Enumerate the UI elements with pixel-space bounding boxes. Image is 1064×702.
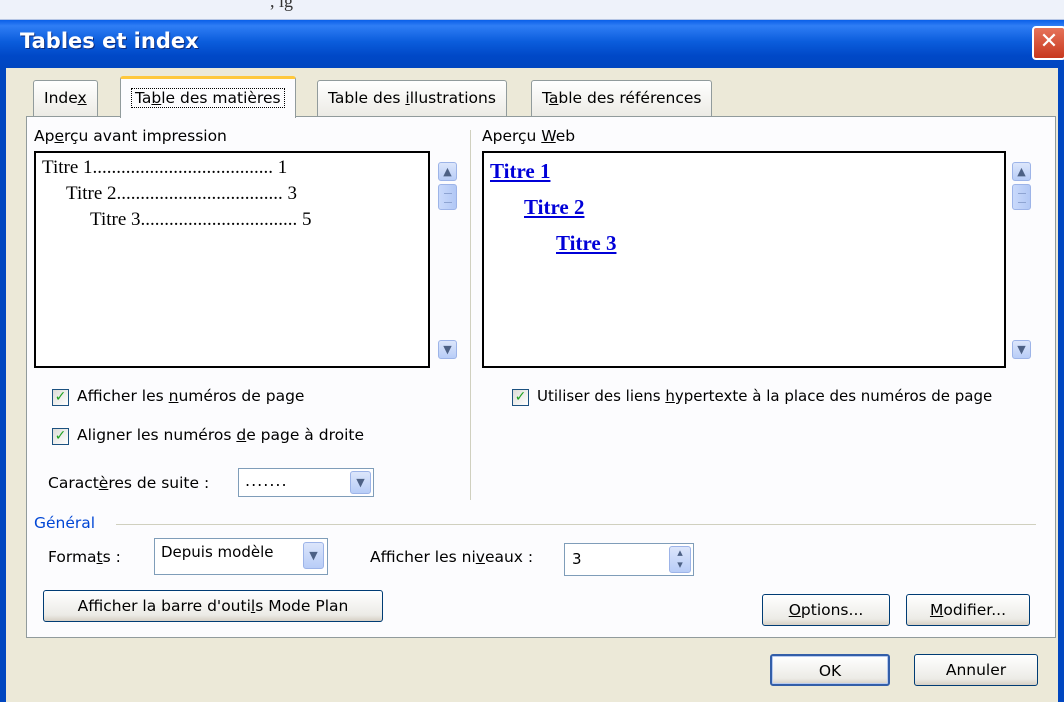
label-text: uméros de page [178,387,305,405]
print-preview-label: Aperçu avant impression [34,127,227,145]
label-accelerator: è [98,474,109,492]
label-accelerator: d [236,426,247,444]
web-preview-scroll-up-button[interactable]: ▲ [1012,162,1031,181]
general-group-line [116,524,1036,525]
check-icon: ✓ [54,428,67,444]
entry-page-number: 1 [277,157,288,178]
label-text: Aperçu [482,127,542,145]
formats-label: Formats : [48,548,121,566]
entry-title: Titre 1 [42,157,93,178]
chevron-down-icon: ▼ [1017,343,1026,356]
print-preview-box: Titre 1.................................… [34,151,430,368]
label-text: e page à droite [246,426,365,444]
label-accelerator: e [54,127,64,145]
chevron-down-icon: ▼ [443,343,452,356]
tab-leader-value: ....... [245,471,288,490]
column-divider [470,130,471,500]
show-page-numbers-checkbox[interactable]: ✓ [52,389,69,406]
entry-page-number: 5 [302,209,312,230]
chevron-up-icon: ▲ [443,165,452,178]
entry-page-number: 3 [287,183,298,204]
web-preview-box: Titre 1 Titre 2 Titre 3 [482,151,1006,368]
label-text: Aligner les numéros [77,426,237,444]
formats-select[interactable]: Depuis modèle ▼ [154,538,328,575]
tab-leader-label: Caractères de suite : [48,474,209,492]
label-text: Afficher les [77,387,169,405]
web-preview-link-2[interactable]: Titre 2 [524,195,584,220]
label-text: Caract [48,474,99,492]
ok-button[interactable]: OK [770,654,890,686]
modify-button[interactable]: Modifier... [906,594,1030,626]
chevron-down-icon: ▼ [356,476,365,489]
general-group-label: Général [34,514,96,532]
tab-leader-dropdown-button[interactable]: ▼ [350,471,371,494]
spin-down-icon[interactable]: ▾ [670,559,690,571]
label-accelerator: W [541,127,556,145]
web-preview-scroll-thumb[interactable] [1012,184,1031,210]
check-icon: ✓ [514,389,527,405]
print-preview-scroll-thumb[interactable] [438,184,457,210]
web-preview-scroll-down-button[interactable]: ▼ [1012,340,1031,359]
hyperlinks-label[interactable]: Utiliser des liens hypertexte à la place… [537,387,992,405]
label-text: Utiliser des liens [537,387,666,405]
tab-leader-select[interactable]: ....... ▼ [238,468,374,497]
web-preview-link-3[interactable]: Titre 3 [556,231,616,256]
label-text: s : [102,548,121,566]
entry-title: Titre 3 [90,209,141,230]
label-text: Ap [34,127,55,145]
print-preview-scroll-up-button[interactable]: ▲ [438,162,457,181]
label-accelerator: n [168,387,179,405]
button-label: Afficher la barre d'outi [77,597,251,615]
cancel-button[interactable]: Annuler [914,654,1038,686]
label-text: eaux : [484,548,534,566]
label-text: rçu avant impression [64,127,227,145]
label-accelerator: h [665,387,675,405]
formats-dropdown-button[interactable]: ▼ [303,542,324,569]
hyperlinks-checkbox[interactable]: ✓ [512,389,529,406]
label-text: Forma [48,548,97,566]
entry-title: Titre 2 [66,183,117,204]
align-right-label[interactable]: Aligner les numéros de page à droite [77,426,364,444]
button-label: s Mode Plan [255,597,349,615]
label-text: eb [555,127,576,145]
button-label: odifier... [943,601,1007,619]
levels-spin-buttons[interactable]: ▴ ▾ [669,546,691,573]
button-label: ptions... [800,601,864,619]
web-preview-link-1[interactable]: Titre 1 [490,159,550,184]
print-preview-scroll-down-button[interactable]: ▼ [438,340,457,359]
formats-value: Depuis modèle [161,543,274,561]
show-outline-toolbar-button[interactable]: Afficher la barre d'outils Mode Plan [43,590,383,622]
print-preview-line-1: Titre 1.................................… [42,157,287,179]
label-text: Afficher les ni [370,548,476,566]
label-text: ypertexte à la place des numéros de page [674,387,993,405]
levels-value: 3 [572,550,582,568]
entry-leader: ...................................... [92,157,274,178]
print-preview-line-3: Titre 3.................................… [90,209,312,231]
button-label-accelerator: O [788,601,801,619]
button-label-accelerator: M [929,601,944,619]
check-icon: ✓ [54,389,67,405]
label-text: res de suite : [108,474,210,492]
align-right-checkbox[interactable]: ✓ [52,428,69,445]
chevron-down-icon: ▼ [309,549,318,562]
print-preview-line-2: Titre 2.................................… [66,183,297,205]
entry-leader: ................................... [116,183,283,204]
show-page-numbers-label[interactable]: Afficher les numéros de page [77,387,304,405]
levels-spinner[interactable]: 3 ▴ ▾ [564,543,694,576]
entry-leader: ................................. [140,209,298,230]
levels-label: Afficher les niveaux : [370,548,533,566]
chevron-up-icon: ▲ [1017,165,1026,178]
web-preview-label: Aperçu Web [482,127,575,145]
label-accelerator: v [475,548,485,566]
options-button[interactable]: Options... [762,594,890,626]
dialog-content: Aperçu avant impression Titre 1.........… [0,0,1064,702]
